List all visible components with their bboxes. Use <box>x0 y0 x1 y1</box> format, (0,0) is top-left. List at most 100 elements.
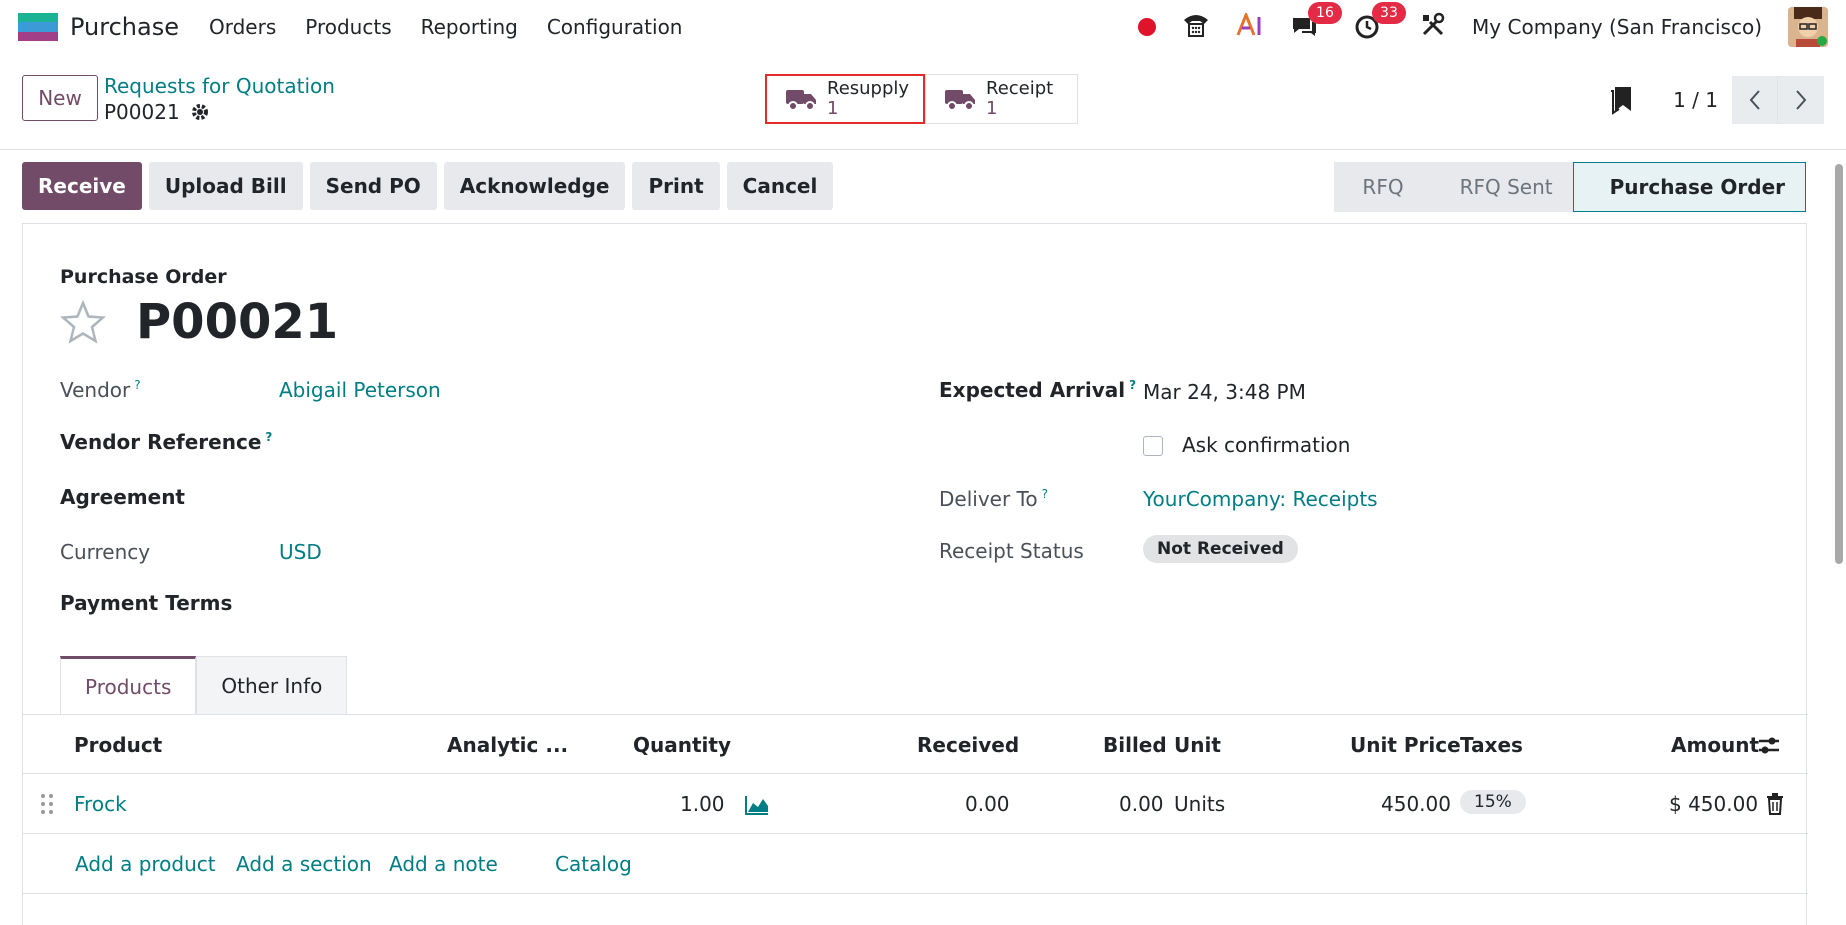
currency-field[interactable]: USD <box>279 540 322 564</box>
acknowledge-button[interactable]: Acknowledge <box>443 162 626 210</box>
add-line-row: Add a product Add a section Add a note C… <box>23 834 1808 894</box>
expected-arrival-label: Expected Arrival? <box>939 378 1137 402</box>
receipt-smart-button[interactable]: Receipt 1 <box>925 74 1078 124</box>
truck-icon <box>945 90 975 111</box>
catalog-link[interactable]: Catalog <box>555 852 632 876</box>
menu-configuration[interactable]: Configuration <box>547 15 683 39</box>
page-scrollbar[interactable] <box>1832 150 1846 925</box>
menu-reporting[interactable]: Reporting <box>421 15 518 39</box>
receive-button[interactable]: Receive <box>22 162 142 210</box>
form-sheet: Purchase Order P00021 Vendor? Abigail Pe… <box>22 223 1808 925</box>
pager: 1 / 1 <box>1609 76 1824 124</box>
top-navbar: Purchase Orders Products Reporting Confi… <box>0 0 1846 54</box>
menu-products[interactable]: Products <box>305 15 391 39</box>
line-product[interactable]: Frock <box>74 792 127 816</box>
receipt-status-label: Receipt Status <box>939 539 1084 563</box>
scrollbar-thumb[interactable] <box>1835 164 1843 564</box>
expected-arrival-field[interactable]: Mar 24, 3:48 PM <box>1143 380 1306 404</box>
line-quantity[interactable]: 1.00 <box>680 792 725 816</box>
line-tax-badge[interactable]: 15% <box>1460 790 1526 814</box>
ai-icon[interactable] <box>1236 10 1264 42</box>
col-analytic[interactable]: Analytic ... <box>447 733 568 757</box>
ask-confirmation-checkbox[interactable] <box>1143 436 1163 456</box>
resupply-smart-button[interactable]: Resupply 1 <box>765 74 925 124</box>
breadcrumb-current: P00021 <box>104 100 210 124</box>
stage-rfq[interactable]: RFQ <box>1334 162 1424 212</box>
vendor-help-mark[interactable]: ? <box>134 378 140 392</box>
stage-rfq-sent[interactable]: RFQ Sent <box>1423 162 1573 212</box>
add-section-link[interactable]: Add a section <box>236 852 372 876</box>
send-po-button[interactable]: Send PO <box>309 162 437 210</box>
receipt-status-badge: Not Received <box>1143 535 1298 563</box>
systray: 16 33 My Company (San Francisco) <box>1138 2 1828 47</box>
messages-badge: 16 <box>1308 2 1342 24</box>
menu-orders[interactable]: Orders <box>209 15 276 39</box>
drag-handle-icon[interactable] <box>40 793 54 815</box>
currency-label: Currency <box>60 540 151 564</box>
col-unit[interactable]: Unit <box>1174 733 1221 757</box>
pager-previous-button[interactable] <box>1732 76 1778 124</box>
add-note-link[interactable]: Add a note <box>389 852 498 876</box>
phone-icon[interactable] <box>1182 12 1210 43</box>
app-name[interactable]: Purchase <box>70 13 179 41</box>
payment-terms-label: Payment Terms <box>60 591 233 615</box>
add-product-link[interactable]: Add a product <box>75 852 216 876</box>
vendor-reference-label: Vendor Reference? <box>60 430 273 454</box>
gear-icon[interactable] <box>190 102 210 122</box>
upload-bill-button[interactable]: Upload Bill <box>148 162 303 210</box>
activities-indicator[interactable]: 33 <box>1354 2 1406 40</box>
record-dot-icon[interactable] <box>1138 18 1157 36</box>
col-taxes[interactable]: Taxes <box>1460 733 1523 757</box>
print-button[interactable]: Print <box>632 162 720 210</box>
status-bar: RFQ RFQ Sent Purchase Order <box>1334 162 1806 212</box>
deliver-to-label: Deliver To? <box>939 487 1048 511</box>
tools-icon[interactable] <box>1420 12 1446 43</box>
optional-columns-icon[interactable] <box>1757 735 1781 757</box>
resupply-count: 1 <box>827 98 839 119</box>
user-avatar[interactable] <box>1788 7 1828 47</box>
resupply-label: Resupply <box>827 78 910 99</box>
col-quantity[interactable]: Quantity <box>633 733 731 757</box>
cancel-button[interactable]: Cancel <box>726 162 834 210</box>
receipt-count: 1 <box>986 98 998 119</box>
pager-next-button[interactable] <box>1778 76 1824 124</box>
bookmark-icon[interactable] <box>1609 85 1633 115</box>
deliver-to-help-mark[interactable]: ? <box>1042 487 1048 501</box>
breadcrumb-link[interactable]: Requests for Quotation <box>104 74 335 98</box>
expected-arrival-help-mark[interactable]: ? <box>1129 378 1136 392</box>
trash-icon[interactable] <box>1765 793 1785 815</box>
ask-confirmation-label: Ask confirmation <box>1182 433 1351 457</box>
pager-value[interactable]: 1 / 1 <box>1673 88 1718 112</box>
messages-indicator[interactable]: 16 <box>1290 2 1342 40</box>
vendor-reference-help-mark[interactable]: ? <box>265 430 272 444</box>
record-title: P00021 <box>136 294 339 350</box>
star-icon[interactable] <box>60 300 106 344</box>
new-button[interactable]: New <box>22 75 98 121</box>
company-switcher[interactable]: My Company (San Francisco) <box>1472 15 1762 39</box>
col-product[interactable]: Product <box>74 733 162 757</box>
form-action-bar: Receive Upload Bill Send PO Acknowledge … <box>22 162 834 210</box>
col-amount[interactable]: Amount <box>1671 733 1759 757</box>
tab-other-info[interactable]: Other Info <box>196 656 348 714</box>
activities-badge: 33 <box>1372 2 1406 24</box>
table-row[interactable]: Frock 1.00 0.00 0.00 Units 450.00 15% $ … <box>23 774 1808 834</box>
col-billed[interactable]: Billed <box>1103 733 1167 757</box>
deliver-to-field[interactable]: YourCompany: Receipts <box>1143 487 1378 511</box>
vendor-field[interactable]: Abigail Peterson <box>279 378 441 402</box>
line-amount: $ 450.00 <box>1669 792 1759 816</box>
vendor-label: Vendor? <box>60 378 141 402</box>
col-received[interactable]: Received <box>917 733 1019 757</box>
tab-products[interactable]: Products <box>60 656 197 714</box>
col-unit-price[interactable]: Unit Price <box>1350 733 1461 757</box>
record-name: P00021 <box>104 100 180 124</box>
agreement-label: Agreement <box>60 485 185 509</box>
stage-purchase-order[interactable]: Purchase Order <box>1572 162 1806 212</box>
app-logo-icon[interactable] <box>18 13 58 41</box>
notebook-tabs: Products Other Info <box>60 656 348 714</box>
forecast-chart-icon[interactable] <box>744 794 770 816</box>
line-billed: 0.00 <box>1119 792 1164 816</box>
line-unit-price[interactable]: 450.00 <box>1381 792 1451 816</box>
truck-icon <box>786 90 816 111</box>
order-lines-header: Product Analytic ... Quantity Received B… <box>23 714 1808 774</box>
line-unit[interactable]: Units <box>1174 792 1225 816</box>
